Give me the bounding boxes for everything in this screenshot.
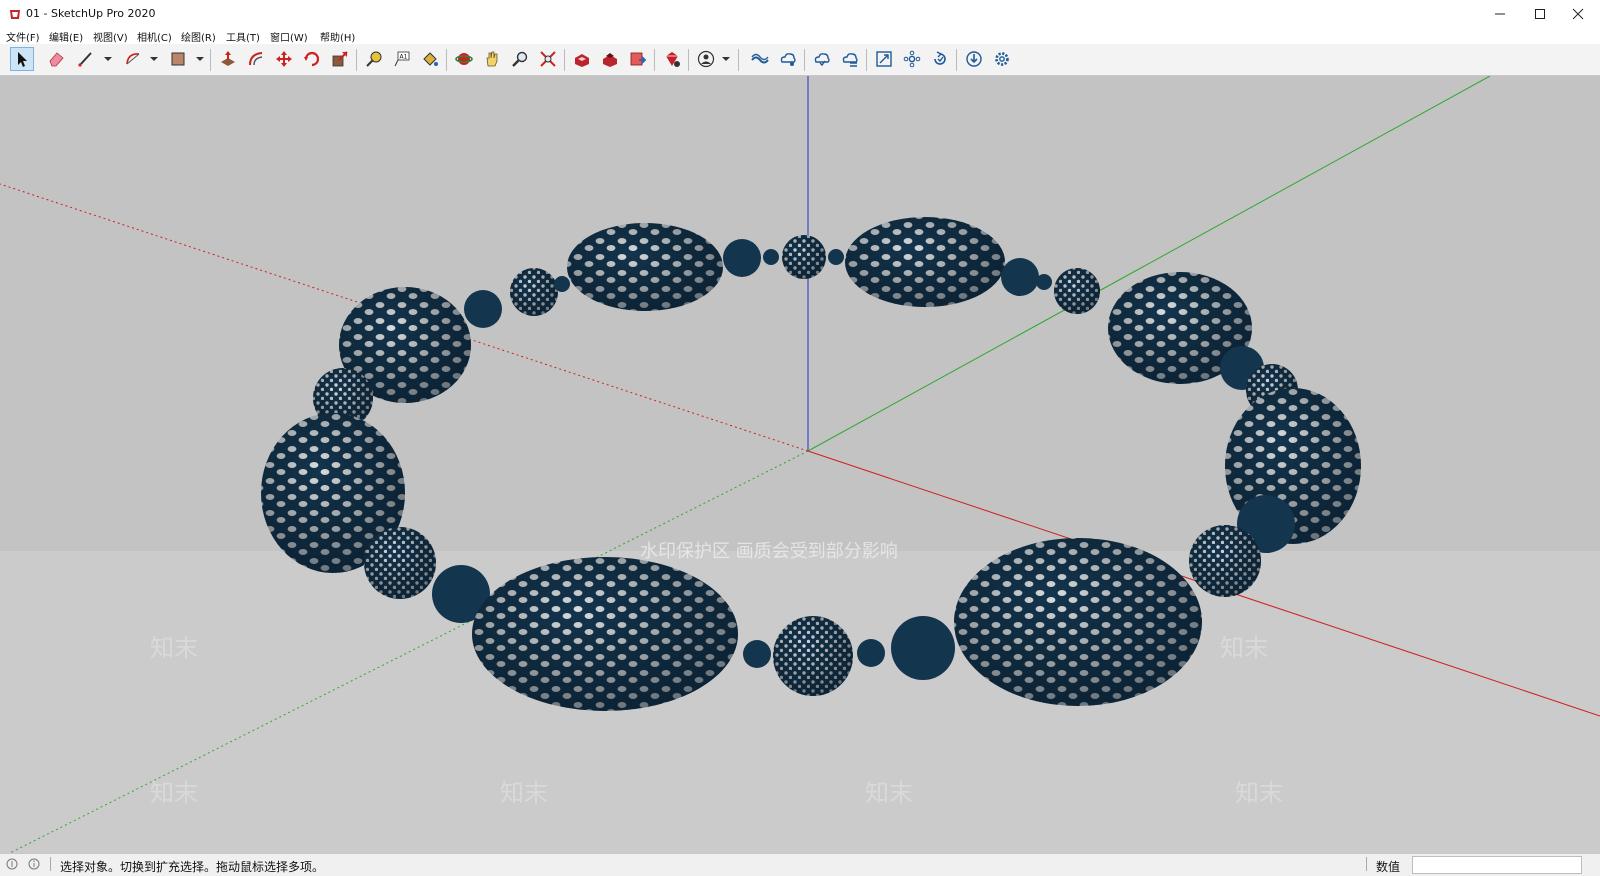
zoom-extents-icon[interactable]	[536, 47, 560, 71]
toolbar-separator	[210, 49, 211, 71]
connect-share-icon[interactable]	[776, 47, 800, 71]
status-bar: 选择对象。切换到扩充选择。拖动鼠标选择多项。 数值	[0, 853, 1600, 876]
cloud-list-icon[interactable]	[838, 47, 862, 71]
spacer-bead	[723, 239, 761, 277]
send-to-layout-icon[interactable]	[626, 47, 650, 71]
chevron-down-icon[interactable]	[104, 52, 112, 66]
status-separator	[50, 857, 51, 871]
spacer-bead	[857, 639, 885, 667]
main-toolbar: A1	[0, 44, 1600, 76]
measurements-label: 数值	[1376, 860, 1401, 874]
minimize-icon[interactable]	[1478, 0, 1522, 28]
paint-bucket-icon[interactable]	[418, 47, 442, 71]
large-bead	[845, 217, 1005, 307]
download-icon[interactable]	[962, 47, 986, 71]
refresh-icon[interactable]	[928, 47, 952, 71]
pan-icon[interactable]	[480, 47, 504, 71]
menu-edit[interactable]: 编辑(E)	[49, 29, 83, 44]
cloud-sync-icon[interactable]	[810, 47, 834, 71]
small-bead	[1189, 525, 1261, 597]
menu-help[interactable]: 帮助(H)	[320, 29, 355, 44]
watermark-brand: 知末	[1235, 779, 1283, 807]
chevron-down-icon[interactable]	[196, 52, 204, 66]
rectangle-icon[interactable]	[166, 47, 190, 71]
orbit-icon[interactable]	[452, 47, 476, 71]
info-icon[interactable]	[28, 858, 40, 870]
toolbar-separator	[654, 49, 655, 71]
spacer-bead	[763, 249, 779, 265]
large-bead	[472, 557, 738, 711]
small-bead	[1054, 268, 1100, 314]
offset-icon[interactable]	[244, 47, 268, 71]
toolbar-separator	[564, 49, 565, 71]
rotate-icon[interactable]	[300, 47, 324, 71]
large-bead	[954, 538, 1202, 706]
toolbar-separator	[356, 49, 357, 71]
spacer-bead	[828, 249, 844, 265]
zoom-icon[interactable]	[508, 47, 532, 71]
title-bar: 01 - SketchUp Pro 2020	[0, 0, 1600, 28]
watermark-brand: 知末	[865, 779, 913, 807]
svg-text:A1: A1	[400, 54, 408, 61]
spacer-bead	[891, 616, 955, 680]
tape-measure-icon[interactable]	[362, 47, 386, 71]
model-viewport[interactable]: 知末 知末 知末 知末 知末 知末 水印保护区 画质会受到部分影响	[0, 76, 1600, 853]
spacer-bead	[554, 276, 570, 292]
chevron-down-icon[interactable]	[722, 52, 730, 66]
scene-canvas: 知末 知末 知末 知末 知末 知末 水印保护区 画质会受到部分影响	[0, 76, 1600, 853]
watermark-brand: 知末	[500, 779, 548, 807]
menu-bar: 文件(F) 编辑(E) 视图(V) 相机(C) 绘图(R) 工具(T) 窗口(W…	[0, 28, 1600, 44]
extension-manager-icon[interactable]	[660, 47, 684, 71]
status-hint: 选择对象。切换到扩充选择。拖动鼠标选择多项。	[60, 860, 325, 874]
text-icon[interactable]: A1	[390, 47, 414, 71]
toolbar-separator	[956, 49, 957, 71]
small-bead	[782, 235, 826, 279]
spacer-bead	[464, 290, 502, 328]
close-icon[interactable]	[1556, 0, 1600, 28]
settings-icon[interactable]	[990, 47, 1014, 71]
geolocation-icon[interactable]	[6, 858, 18, 870]
measurements-input[interactable]	[1412, 856, 1582, 874]
menu-camera[interactable]: 相机(C)	[137, 29, 172, 44]
extension-warehouse-icon[interactable]	[598, 47, 622, 71]
small-bead	[364, 527, 436, 599]
menu-tools[interactable]: 工具(T)	[226, 29, 260, 44]
line-icon[interactable]	[74, 47, 98, 71]
components-icon[interactable]	[900, 47, 924, 71]
spacer-bead	[743, 640, 771, 668]
toolbar-separator	[446, 49, 447, 71]
trimble-connect-icon[interactable]	[748, 47, 772, 71]
toolbar-separator	[866, 49, 867, 71]
arc-icon[interactable]	[121, 47, 145, 71]
section-icon[interactable]	[872, 47, 896, 71]
menu-window[interactable]: 窗口(W)	[270, 29, 308, 44]
menu-draw[interactable]: 绘图(R)	[181, 29, 216, 44]
toolbar-separator	[804, 49, 805, 71]
scale-icon[interactable]	[328, 47, 352, 71]
move-icon[interactable]	[272, 47, 296, 71]
small-bead	[510, 268, 558, 316]
menu-file[interactable]: 文件(F)	[6, 29, 40, 44]
toolbar-separator	[688, 49, 689, 71]
watermark-notice: 水印保护区 画质会受到部分影响	[640, 541, 898, 562]
watermark-band	[0, 551, 1600, 853]
toolbar-separator	[738, 49, 739, 71]
watermark-brand: 知末	[1220, 634, 1268, 662]
push-pull-icon[interactable]	[216, 47, 240, 71]
watermark-brand: 知末	[150, 779, 198, 807]
select-icon[interactable]	[10, 47, 34, 71]
status-separator	[1366, 857, 1367, 871]
spacer-bead	[1036, 274, 1052, 290]
eraser-icon[interactable]	[44, 47, 68, 71]
window-title: 01 - SketchUp Pro 2020	[26, 7, 156, 20]
watermark-brand: 知末	[150, 634, 198, 662]
small-bead	[773, 616, 853, 696]
spacer-bead	[1001, 258, 1039, 296]
large-bead	[567, 223, 723, 311]
account-icon[interactable]	[694, 47, 718, 71]
chevron-down-icon[interactable]	[150, 52, 158, 66]
warehouse-icon[interactable]	[570, 47, 594, 71]
menu-view[interactable]: 视图(V)	[93, 29, 128, 44]
sketchup-app-icon	[10, 10, 20, 19]
